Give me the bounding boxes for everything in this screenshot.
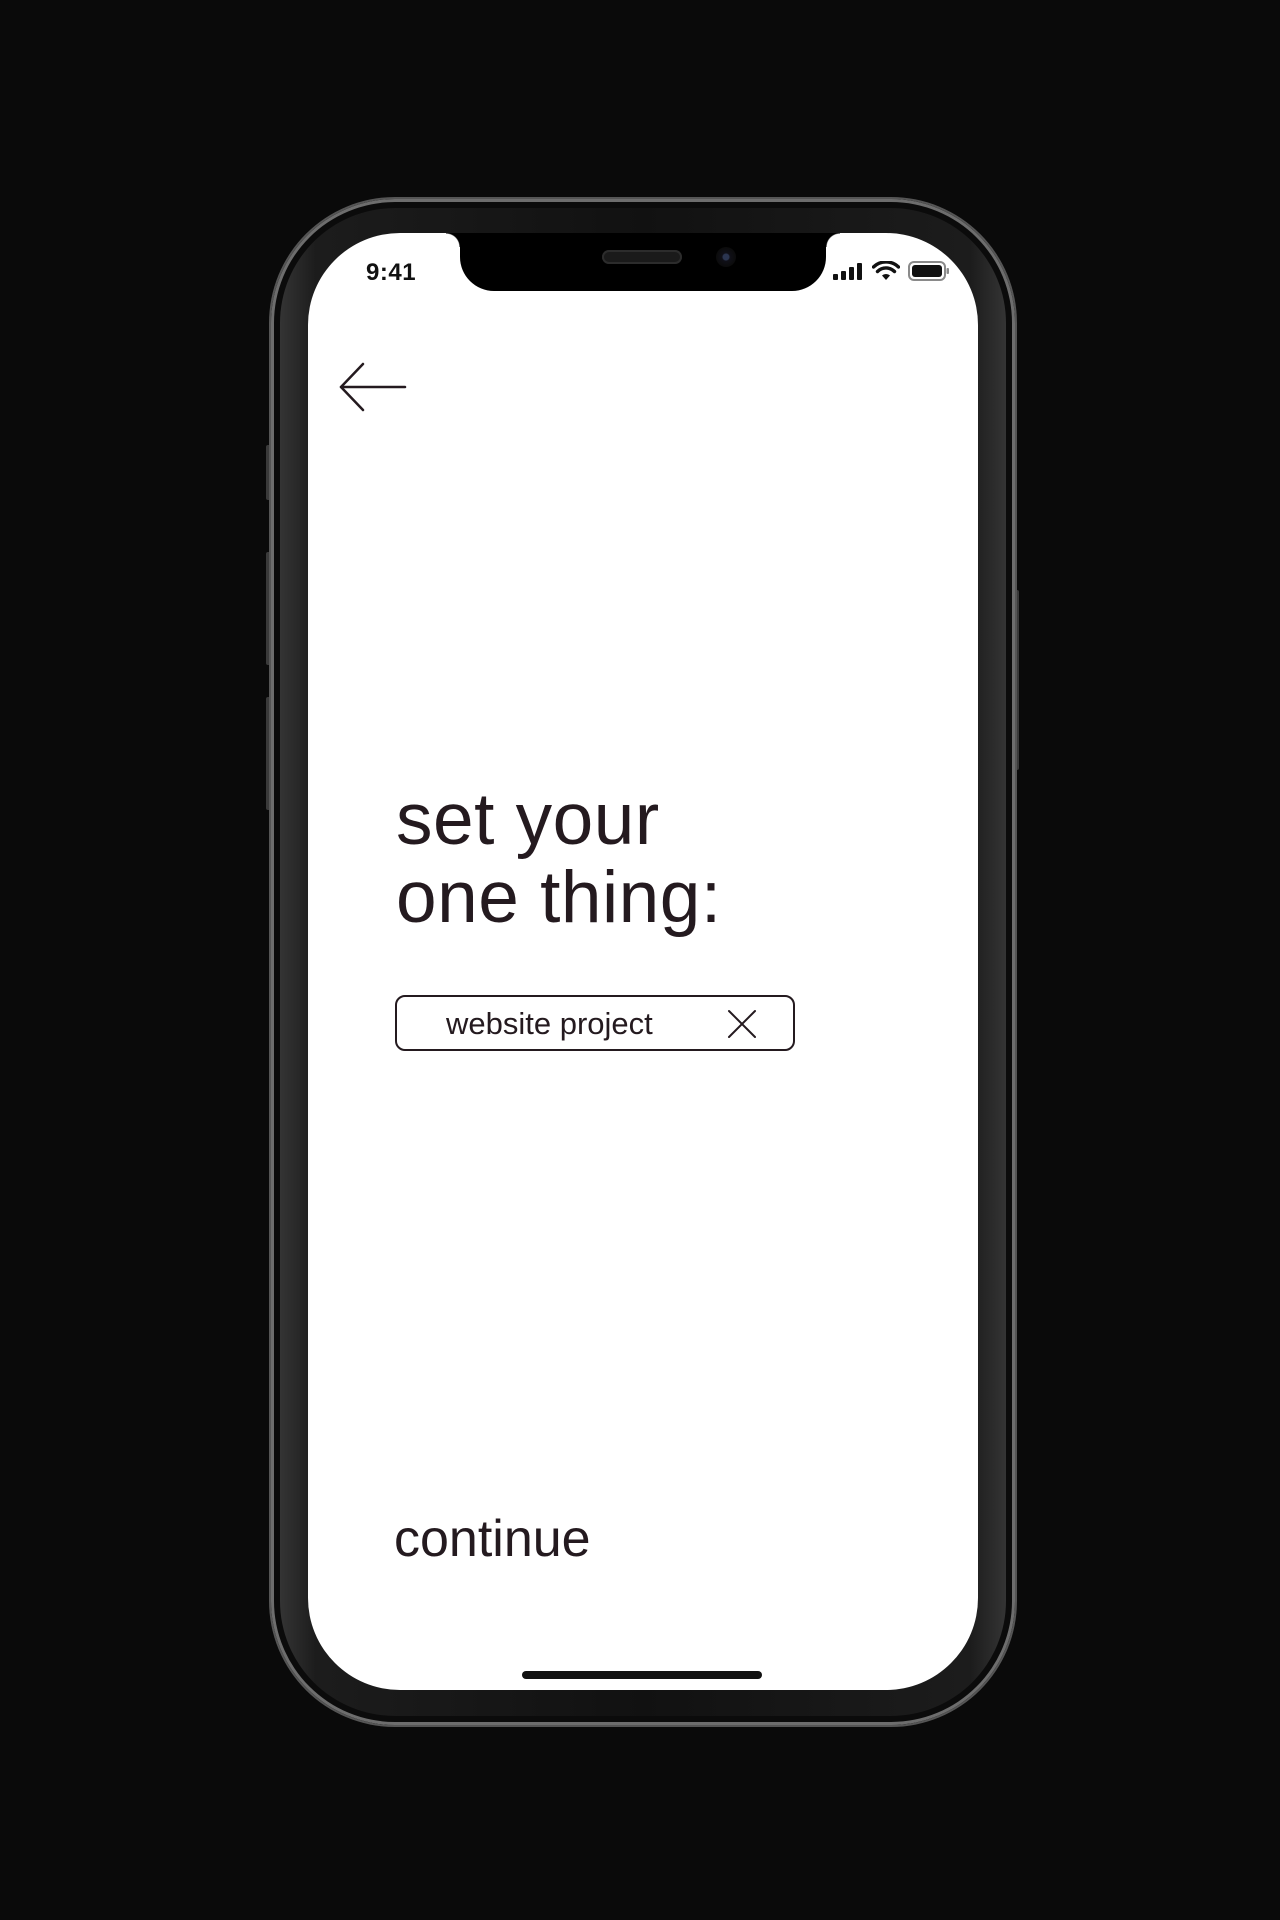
title-line-2: one thing: [396,857,722,938]
close-icon [728,1010,756,1038]
wifi-icon [872,261,900,280]
continue-button[interactable]: continue [394,1509,591,1569]
back-button[interactable] [338,361,408,413]
one-thing-chip[interactable]: website project [395,995,795,1051]
chip-label: website project [446,1006,653,1041]
arrow-left-icon [339,362,407,412]
earpiece-speaker [602,250,682,264]
cellular-signal-icon [833,263,862,280]
status-icons [832,261,950,281]
home-indicator[interactable] [522,1671,762,1679]
chip-remove-button[interactable] [727,1009,757,1039]
page-title: set your one thing: [396,781,722,937]
stage: 9:41 set your one thing: website project… [0,0,1280,1920]
title-line-1: set your [396,779,660,860]
notch [446,233,840,291]
front-camera [716,247,736,267]
status-time: 9:41 [366,259,417,286]
battery-icon [908,261,949,281]
phone-screen: 9:41 set your one thing: website project… [308,233,978,1690]
